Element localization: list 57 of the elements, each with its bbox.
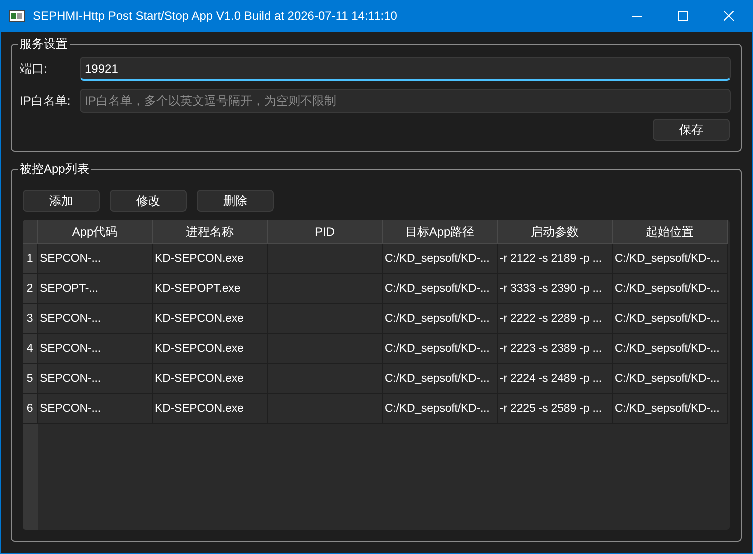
row-header[interactable]: 6 [23,394,38,424]
maximize-icon [678,11,688,21]
window-title: SEPHMI-Http Post Start/Stop App V1.0 Build at 2026-07-11 14:11:10 [33,8,398,25]
group-title: 被控App列表 [18,161,92,177]
corner-header [23,220,38,244]
table-cell: C:/KD_sepsoft/KD-... [613,394,728,424]
table-cell: C:/KD_sepsoft/KD-... [383,244,498,274]
table-cell: KD-SEPOPT.exe [153,274,268,304]
table-cell: C:/KD_sepsoft/KD-... [613,244,728,274]
row-header[interactable]: 1 [23,244,38,274]
table-cell: -r 2222 -s 2289 -p ... [498,304,613,334]
table-cell: -r 2223 -s 2389 -p ... [498,334,613,364]
table-cell: C:/KD_sepsoft/KD-... [613,364,728,394]
column-header[interactable]: 启动参数 [498,220,613,244]
column-header[interactable]: App代码 [38,220,153,244]
table-cell: KD-SEPCON.exe [153,304,268,334]
field-label: 端口: [20,61,48,78]
toolbar-button[interactable]: 删除 [197,190,274,212]
table-cell: C:/KD_sepsoft/KD-... [383,334,498,364]
row-header[interactable]: 5 [23,364,38,394]
toolbar-button[interactable]: 修改 [110,190,187,212]
table-cell: C:/KD_sepsoft/KD-... [613,274,728,304]
table-cell: -r 2225 -s 2589 -p ... [498,394,613,424]
table-cell: -r 3333 -s 2390 -p ... [498,274,613,304]
group-title: 服务设置 [18,36,70,52]
table-cell: -r 2122 -s 2189 -p ... [498,244,613,274]
table-cell: SEPCON-... [38,334,153,364]
field-label: IP白名单: [20,93,72,110]
column-header[interactable]: 目标App路径 [383,220,498,244]
row-header[interactable]: 2 [23,274,38,304]
table-cell: SEPCON-... [38,364,153,394]
table-cell: SEPCON-... [38,394,153,424]
table-cell: C:/KD_sepsoft/KD-... [613,334,728,364]
row-header[interactable]: 3 [23,304,38,334]
table-cell: C:/KD_sepsoft/KD-... [383,394,498,424]
save-button[interactable]: 保存 [653,119,730,141]
column-header[interactable]: 起始位置 [613,220,728,244]
table-cell: SEPOPT-... [38,274,153,304]
table-cell: C:/KD_sepsoft/KD-... [383,364,498,394]
table-cell: C:/KD_sepsoft/KD-... [383,274,498,304]
table-cell: KD-SEPCON.exe [153,334,268,364]
column-header[interactable]: 进程名称 [153,220,268,244]
table-cell: C:/KD_sepsoft/KD-... [383,304,498,334]
table-cell: KD-SEPCON.exe [153,394,268,424]
table-cell: KD-SEPCON.exe [153,364,268,394]
input-field[interactable]: IP白名单，多个以英文逗号隔开，为空则不限制 [80,89,731,113]
table-cell: KD-SEPCON.exe [153,244,268,274]
toolbar-button[interactable]: 添加 [23,190,100,212]
app-icon [9,10,25,22]
close-icon [724,11,734,21]
table-cell: -r 2224 -s 2489 -p ... [498,364,613,394]
column-header[interactable]: PID [268,220,383,244]
table-cell: C:/KD_sepsoft/KD-... [613,304,728,334]
table-cell: SEPCON-... [38,244,153,274]
input-field[interactable]: 19921 [80,57,731,81]
table-cell: SEPCON-... [38,304,153,334]
row-header[interactable]: 4 [23,334,38,364]
